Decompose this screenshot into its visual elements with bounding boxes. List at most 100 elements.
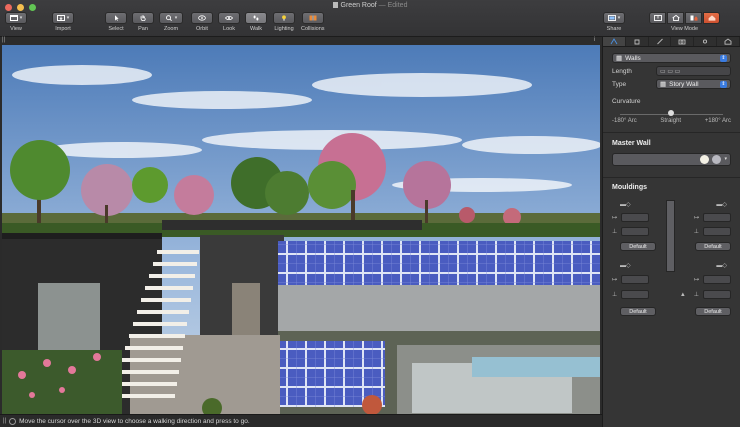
share-icon bbox=[607, 15, 616, 21]
wall-type-value: Story Wall bbox=[669, 80, 699, 88]
window-title: Green Roof — Edited bbox=[0, 2, 740, 9]
curvature-max-label: +180° Arc bbox=[704, 118, 731, 124]
moulding-width-bottom-right[interactable] bbox=[703, 275, 731, 284]
width-icon: ↦ bbox=[693, 215, 699, 221]
floor-icon: ▲ bbox=[679, 291, 686, 298]
view-mode-walk-button[interactable] bbox=[703, 12, 720, 24]
master-wall-select[interactable]: ▾ bbox=[612, 153, 731, 166]
building-icon bbox=[724, 38, 732, 45]
lighting-label: Lighting bbox=[274, 26, 294, 32]
import-tool[interactable]: ▾ Import bbox=[52, 12, 74, 32]
view-mode-2d-button[interactable] bbox=[649, 12, 666, 24]
walk-tool[interactable]: Walk bbox=[245, 12, 267, 32]
material-swatch-icon bbox=[712, 155, 722, 164]
wall-type-select[interactable]: ▦ Story Wall ⇕ bbox=[656, 79, 731, 89]
tab-building[interactable] bbox=[717, 37, 740, 46]
moulding-top-right-icon: ▬◇ bbox=[716, 202, 727, 208]
share-label: Share bbox=[606, 26, 622, 32]
3d-scene[interactable] bbox=[2, 45, 600, 414]
orbit-label: Orbit bbox=[196, 26, 208, 32]
select-tool[interactable]: Select bbox=[105, 12, 127, 32]
floorplan-icon bbox=[653, 15, 662, 21]
bucket-icon bbox=[634, 39, 640, 45]
view-tool[interactable]: ▾ View bbox=[5, 12, 27, 32]
walls-icon: ▦ bbox=[660, 81, 667, 88]
moulding-height-bottom-right[interactable] bbox=[703, 290, 731, 299]
toolbar: Green Roof — Edited ▾ View ▾ Import Sele… bbox=[0, 0, 740, 37]
object-type-value: Walls bbox=[625, 54, 641, 62]
object-type-select[interactable]: ▦ Walls ⇕ bbox=[612, 53, 731, 63]
default-button-bottom-left[interactable]: Default bbox=[620, 307, 656, 316]
roof-parapet bbox=[162, 220, 422, 230]
look-label: Look bbox=[223, 26, 235, 32]
chevron-down-icon: ▾ bbox=[174, 14, 178, 21]
slider-knob[interactable] bbox=[668, 110, 674, 116]
tab-materials[interactable] bbox=[649, 37, 672, 46]
length-field[interactable]: ▭ ▭ ▭ bbox=[656, 66, 731, 76]
house-3d-icon bbox=[708, 15, 715, 21]
walls-icon: ▦ bbox=[616, 55, 623, 62]
help-icon[interactable] bbox=[9, 417, 17, 425]
chevron-down-icon: ▾ bbox=[724, 156, 727, 162]
chevron-down-icon: ▾ bbox=[66, 14, 70, 21]
tab-object-properties[interactable] bbox=[603, 37, 626, 46]
moulding-width-bottom-left[interactable] bbox=[621, 275, 650, 284]
height-icon: ⊥ bbox=[612, 229, 618, 235]
brush-icon bbox=[656, 38, 663, 45]
view-mode-split-button[interactable] bbox=[685, 12, 702, 24]
collisions-tool[interactable]: Collisions bbox=[301, 12, 325, 32]
type-label: Type bbox=[612, 80, 627, 88]
length-label: Length bbox=[612, 67, 632, 75]
default-button-top-left[interactable]: Default bbox=[620, 242, 656, 251]
import-label: Import bbox=[55, 26, 71, 32]
inspector-panel: ▦ Walls ⇕ Length ▭ ▭ ▭ Type ▦ Story Wall… bbox=[602, 37, 740, 427]
height-icon: ⊥ bbox=[693, 229, 699, 235]
3d-view[interactable] bbox=[2, 45, 600, 414]
solar-array-top bbox=[278, 241, 600, 285]
info-icon[interactable]: i bbox=[594, 37, 595, 43]
view-label: View bbox=[10, 26, 22, 32]
width-icon: ↦ bbox=[693, 277, 699, 283]
status-bar: || Move the cursor over the 3D view to c… bbox=[0, 414, 602, 427]
mouldings-heading: Mouldings bbox=[612, 184, 647, 191]
footsteps-icon bbox=[253, 15, 259, 21]
walk-label: Walk bbox=[249, 26, 263, 32]
moulding-bottom-right-icon: ▬◇ bbox=[716, 263, 727, 269]
tab-paint[interactable] bbox=[626, 37, 649, 46]
width-icon: ↦ bbox=[612, 277, 618, 283]
pool-water bbox=[472, 357, 600, 377]
moulding-height-bottom-left[interactable] bbox=[621, 290, 650, 299]
orbit-tool[interactable]: Orbit bbox=[191, 12, 213, 32]
document-icon bbox=[332, 2, 338, 8]
view-mode-label: View Mode bbox=[670, 26, 699, 32]
edited-status: — Edited bbox=[378, 2, 408, 9]
ruler-icon bbox=[610, 38, 618, 45]
moulding-width-top-left[interactable] bbox=[621, 213, 650, 222]
look-tool[interactable]: Look bbox=[218, 12, 240, 32]
pan-tool[interactable]: Pan bbox=[132, 12, 154, 32]
lighting-tool[interactable]: Lighting bbox=[273, 12, 295, 32]
share-tool[interactable]: ▾ Share bbox=[603, 12, 625, 32]
tab-light[interactable] bbox=[694, 37, 718, 46]
default-button-bottom-right[interactable]: Default bbox=[695, 307, 731, 316]
moulding-height-top-right[interactable] bbox=[703, 227, 731, 236]
sidebar-toggle-icon[interactable]: || bbox=[3, 418, 6, 424]
moulding-width-top-right[interactable] bbox=[703, 213, 731, 222]
magnifier-icon bbox=[165, 15, 172, 21]
height-icon: ⊥ bbox=[693, 292, 699, 298]
document-name: Green Roof bbox=[340, 2, 377, 9]
sidebar-toggle-icon[interactable]: || bbox=[2, 37, 5, 43]
lightbulb-icon bbox=[282, 15, 286, 21]
chevron-down-icon: ▾ bbox=[617, 14, 621, 21]
zoom-tool[interactable]: ▾ Zoom bbox=[159, 12, 183, 32]
height-icon: ⊥ bbox=[612, 292, 618, 298]
master-wall-heading: Master Wall bbox=[612, 140, 651, 147]
orbit-icon bbox=[198, 15, 206, 21]
tab-camera[interactable] bbox=[671, 37, 695, 46]
updown-chevron-icon: ⇕ bbox=[720, 80, 727, 88]
moulding-height-top-left[interactable] bbox=[621, 227, 650, 236]
collision-wall-icon bbox=[309, 15, 317, 21]
length-units-icon: ▭ ▭ ▭ bbox=[660, 68, 681, 75]
default-button-top-right[interactable]: Default bbox=[695, 242, 731, 251]
view-mode-3d-button[interactable] bbox=[667, 12, 684, 24]
